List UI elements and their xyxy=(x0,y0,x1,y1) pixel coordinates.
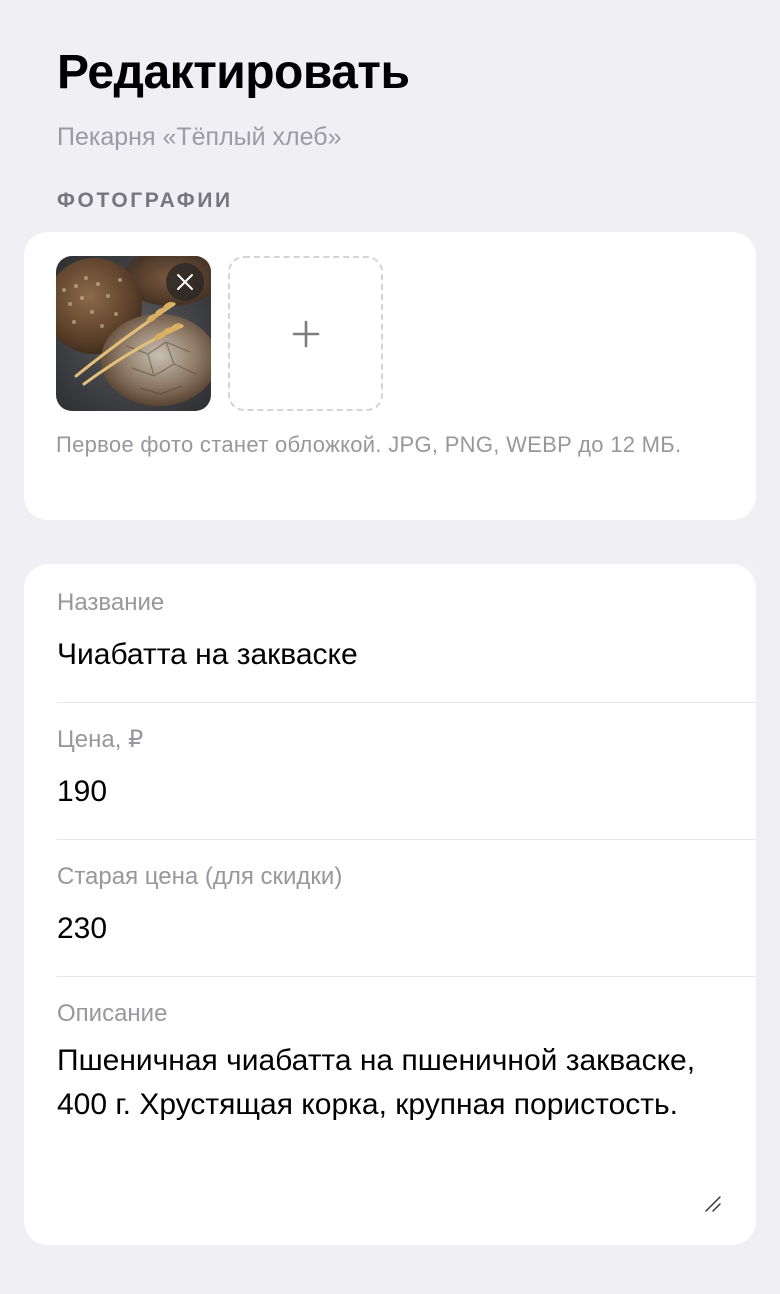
description-textarea[interactable]: Пшеничная чиабатта на пшеничной закваске… xyxy=(57,1039,727,1127)
old-price-input[interactable]: 230 xyxy=(57,908,107,950)
remove-photo-button[interactable] xyxy=(166,263,204,301)
name-label: Название xyxy=(57,589,165,616)
description-label: Описание xyxy=(57,1000,168,1027)
description-field[interactable]: Описание Пшеничная чиабатта на пшеничной… xyxy=(57,999,756,1245)
old-price-field[interactable]: Старая цена (для скидки) 230 xyxy=(57,862,756,977)
page-title: Редактировать xyxy=(57,46,410,99)
close-icon xyxy=(177,274,193,290)
old-price-label: Старая цена (для скидки) xyxy=(57,863,343,890)
resize-handle-icon[interactable] xyxy=(704,1195,722,1213)
price-label: Цена, ₽ xyxy=(57,726,144,753)
photos-card: Первое фото станет обложкой. JPG, PNG, W… xyxy=(24,232,756,520)
photos-section-label: ФОТОГРАФИИ xyxy=(57,189,233,212)
price-input[interactable]: 190 xyxy=(57,771,107,813)
divider xyxy=(57,976,756,977)
photos-hint: Первое фото станет обложкой. JPG, PNG, W… xyxy=(56,432,682,457)
add-photo-button[interactable] xyxy=(228,256,383,411)
divider xyxy=(57,839,756,840)
name-input[interactable]: Чиабатта на закваске xyxy=(57,634,358,676)
divider xyxy=(57,702,756,703)
photo-thumbnail[interactable] xyxy=(56,256,211,411)
price-field[interactable]: Цена, ₽ 190 xyxy=(57,725,756,840)
details-form-card: Название Чиабатта на закваске Цена, ₽ 19… xyxy=(24,564,756,1245)
plus-icon xyxy=(292,320,319,347)
page-subtitle: Пекарня «Тёплый хлеб» xyxy=(57,123,342,151)
name-field[interactable]: Название Чиабатта на закваске xyxy=(57,588,756,703)
